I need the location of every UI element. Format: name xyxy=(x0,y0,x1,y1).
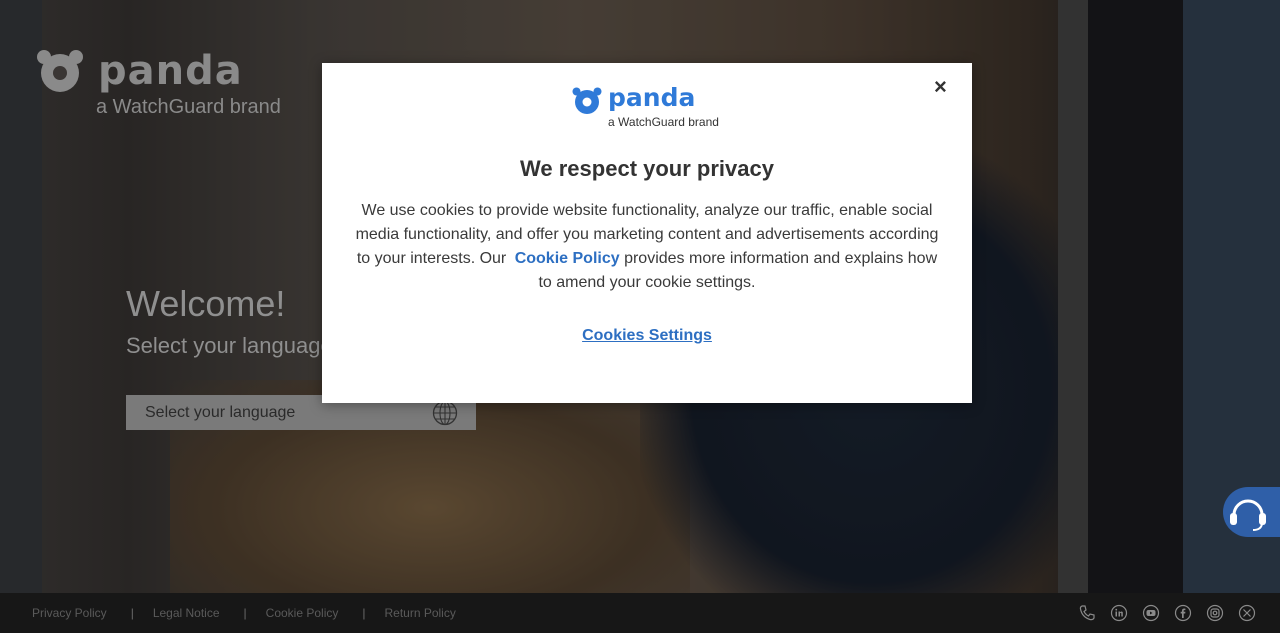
close-icon[interactable]: × xyxy=(934,76,947,98)
cookie-policy-link[interactable]: Cookie Policy xyxy=(515,250,620,267)
modal-logo-brand: a WatchGuard brand xyxy=(608,115,719,129)
modal-overlay: × panda a WatchGuard brand We respect yo… xyxy=(0,0,1280,633)
modal-logo-word: panda xyxy=(608,83,696,112)
cookies-settings-button[interactable]: Cookies Settings xyxy=(322,327,972,345)
dialog-body: We use cookies to provide website functi… xyxy=(352,199,942,295)
modal-logo: panda a WatchGuard brand xyxy=(572,83,724,129)
dialog-title: We respect your privacy xyxy=(520,156,774,181)
cookie-consent-dialog: × panda a WatchGuard brand We respect yo… xyxy=(322,63,972,403)
panda-logo-icon xyxy=(572,87,602,114)
